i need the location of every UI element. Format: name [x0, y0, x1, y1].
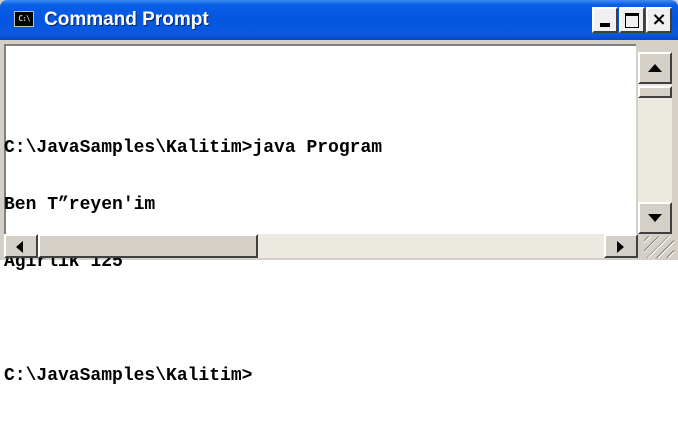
vertical-scrollbar[interactable] [638, 52, 672, 234]
scroll-down-arrow-icon[interactable] [638, 202, 672, 234]
command-prompt-window: C:\ Command Prompt × C:\JavaSamples\Kali… [0, 0, 678, 386]
vertical-scroll-thumb[interactable] [638, 86, 672, 98]
scroll-right-arrow-icon[interactable] [604, 234, 638, 258]
console-line: Ben T”reyen'im [4, 195, 156, 215]
scroll-left-arrow-icon[interactable] [4, 234, 38, 258]
scroll-up-arrow-icon[interactable] [638, 52, 672, 84]
horizontal-scrollbar[interactable] [4, 234, 638, 258]
console-icon[interactable]: C:\ [14, 11, 34, 27]
close-button[interactable]: × [646, 7, 672, 33]
maximize-button[interactable] [619, 7, 645, 33]
console-prompt-line: C:\JavaSamples\Kalitim> [4, 366, 253, 386]
horizontal-scroll-thumb[interactable] [38, 234, 258, 258]
close-icon: × [651, 9, 667, 30]
resize-grip-icon[interactable] [640, 236, 674, 258]
minimize-button[interactable] [592, 7, 618, 33]
window-title: Command Prompt [44, 9, 209, 30]
title-bar[interactable]: C:\ Command Prompt × [0, 0, 678, 40]
console-line: C:\JavaSamples\Kalitim>java Program [4, 138, 383, 158]
